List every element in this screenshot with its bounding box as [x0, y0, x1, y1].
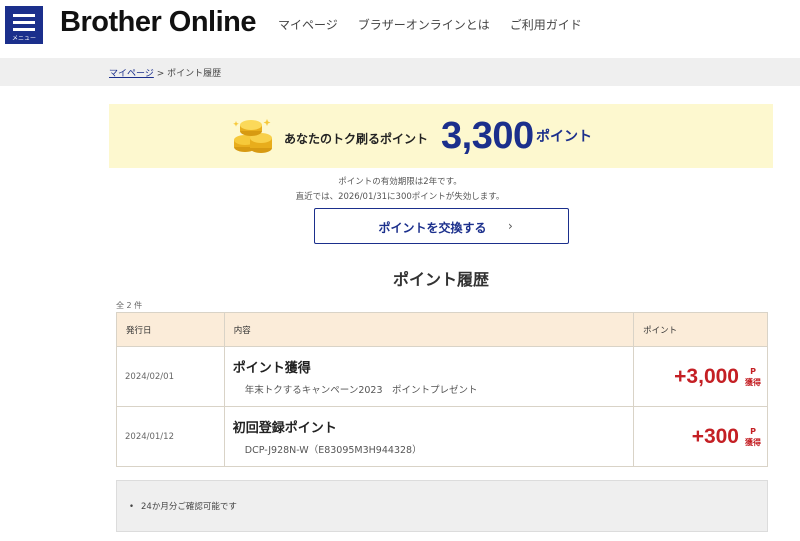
points-amount: +3,000 P 獲得	[674, 365, 761, 389]
hamburger-icon	[13, 14, 35, 17]
table-header-row: 発行日 内容 ポイント	[116, 312, 768, 347]
nav-item-guide[interactable]: ご利用ガイド	[510, 16, 582, 33]
points-unit: ポイント	[536, 129, 592, 145]
breadcrumb-bar: マイページ > ポイント履歴	[0, 58, 800, 86]
breadcrumb: マイページ > ポイント履歴	[109, 66, 221, 79]
col-issue-date: 発行日	[116, 312, 225, 347]
menu-label: メニュー	[11, 35, 36, 42]
row-subtitle: DCP-J928N-W（E83095M3H944328）	[244, 445, 422, 456]
points-banner: あなたのトク刷るポイント 3,300 ポイント	[109, 104, 773, 168]
breadcrumb-home-link[interactable]: マイページ	[109, 69, 154, 79]
points-unit-badge: P 獲得	[745, 426, 761, 448]
breadcrumb-current: ポイント履歴	[167, 69, 222, 79]
top-nav: マイページ ブラザーオンラインとは ご利用ガイド	[278, 16, 582, 33]
row-content: 初回登録ポイント DCP-J928N-W（E83095M3H944328）	[223, 406, 635, 467]
col-content: 内容	[223, 312, 635, 347]
row-date: 2024/02/01	[116, 346, 225, 407]
row-date: 2024/01/12	[116, 406, 225, 467]
points-unit-p: P	[750, 366, 756, 376]
points-balance: 3,300	[441, 115, 534, 157]
hamburger-icon-bar	[13, 28, 35, 31]
points-unit-earned: 獲得	[745, 437, 761, 447]
site-logo[interactable]: Brother Online	[60, 6, 257, 39]
nav-item-mypage[interactable]: マイページ	[278, 16, 338, 33]
exchange-points-label: ポイントを交換する	[378, 221, 487, 235]
points-value: +300	[691, 424, 739, 448]
coins-icon	[233, 119, 272, 153]
col-points: ポイント	[633, 312, 768, 347]
validity-note: ポイントの有効期限は2年です。	[338, 177, 462, 187]
points-amount: +300 P 獲得	[692, 425, 761, 449]
points-unit-p: P	[750, 426, 756, 436]
notice-box: 24か月分ご確認可能です	[116, 480, 768, 532]
points-unit-earned: 獲得	[745, 377, 761, 387]
notice-list: 24か月分ご確認可能です	[129, 500, 237, 512]
row-points: +3,000 P 獲得	[633, 346, 768, 407]
expiry-note: 直近では、2026/01/31に300ポイントが失効します。	[295, 192, 505, 202]
row-points: +300 P 獲得	[633, 406, 768, 467]
table-row: 2024/01/12 初回登録ポイント DCP-J928N-W（E83095M3…	[116, 406, 768, 467]
notice-item: 24か月分ご確認可能です	[129, 500, 237, 512]
exchange-points-button[interactable]: ポイントを交換する ›	[314, 208, 569, 244]
row-content: ポイント獲得 年末トクするキャンペーン2023 ポイントプレゼント	[223, 346, 635, 407]
points-value: +3,000	[674, 364, 739, 388]
history-title: ポイント履歴	[392, 270, 489, 289]
table-row: 2024/02/01 ポイント獲得 年末トクするキャンペーン2023 ポイントプ…	[116, 346, 768, 407]
menu-button[interactable]: メニュー	[5, 6, 43, 44]
row-title: ポイント獲得	[232, 361, 311, 376]
points-label: あなたのトク刷るポイント	[284, 132, 429, 146]
site-header: メニュー Brother Online マイページ ブラザーオンラインとは ご利…	[0, 0, 800, 58]
breadcrumb-separator: >	[156, 69, 165, 79]
points-history-table: 発行日 内容 ポイント 2024/02/01 ポイント獲得 年末トクするキャンペ…	[116, 312, 768, 467]
row-subtitle: 年末トクするキャンペーン2023 ポイントプレゼント	[244, 385, 478, 396]
row-title: 初回登録ポイント	[232, 421, 337, 436]
history-count: 全 2 件	[116, 301, 143, 310]
points-unit-badge: P 獲得	[745, 366, 761, 388]
hamburger-icon-bar	[13, 21, 35, 24]
nav-item-about[interactable]: ブラザーオンラインとは	[358, 16, 490, 33]
chevron-right-icon: ›	[508, 219, 513, 233]
